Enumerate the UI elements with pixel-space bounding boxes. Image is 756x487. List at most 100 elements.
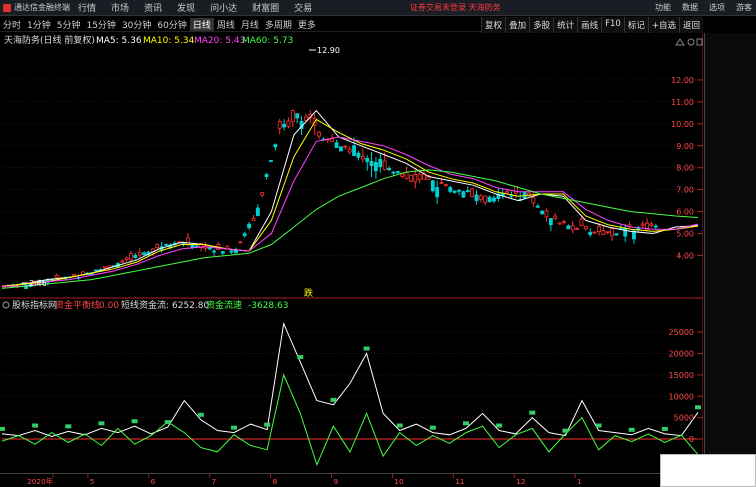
candle-body <box>290 110 295 123</box>
menu-ask[interactable]: 问小达 <box>210 1 237 14</box>
indicator-tick-label: 10000 <box>669 392 694 401</box>
indicator-line-0 <box>1 321 699 438</box>
triangle-up-icon[interactable] <box>675 38 685 46</box>
menu-trade[interactable]: 交易 <box>294 1 312 14</box>
candle-body <box>548 218 553 226</box>
tool-f10[interactable]: F10 <box>601 17 624 33</box>
candle-body <box>614 233 619 236</box>
date-tick-label: 1 <box>577 477 582 486</box>
candle-body <box>535 205 540 208</box>
indicator-tick-label: 0 <box>689 435 694 444</box>
price-tick-label: 11.00 <box>671 98 694 107</box>
menu-discover[interactable]: 发现 <box>177 1 195 14</box>
period-more[interactable]: 更多 <box>295 18 319 31</box>
candle-body <box>304 116 308 121</box>
tool-draw[interactable]: 画线 <box>577 17 602 33</box>
candle-body <box>155 244 160 249</box>
period-60min[interactable]: 60分钟 <box>154 18 189 31</box>
kline-chart[interactable]: 4.005.006.007.008.009.0010.0011.0012.00 … <box>0 33 703 473</box>
menu-news[interactable]: 资讯 <box>144 1 162 14</box>
candle-body <box>457 189 461 192</box>
period-multi[interactable]: 多周期 <box>262 18 295 31</box>
candle-body <box>133 254 138 258</box>
buy-signal-badge <box>363 346 370 351</box>
candle-body <box>391 171 396 174</box>
buy-signal-badge <box>0 426 5 431</box>
date-tick-label: 8 <box>272 477 277 486</box>
menu-wealth-circle[interactable]: 财富圈 <box>252 1 279 14</box>
window-icon[interactable] <box>696 38 703 46</box>
buy-signal-badge <box>595 423 602 428</box>
indicator-legend: 股标指标网 资金平衡线 0.00 短线资金流: 6252.80 资金流速 -36… <box>2 299 288 311</box>
price-tick-label: 5.00 <box>676 230 694 239</box>
candle-body <box>277 121 282 129</box>
period-toolbar: 分时 1分钟 5分钟 15分钟 30分钟 60分钟 日线 周线 月线 多周期 更… <box>0 17 703 33</box>
candle-body <box>588 231 593 235</box>
candle-body <box>238 241 243 244</box>
site-watermark <box>660 454 756 487</box>
candle-body <box>531 197 536 204</box>
tool-adjust[interactable]: 复权 <box>481 17 506 33</box>
period-5min[interactable]: 5分钟 <box>54 18 84 31</box>
buy-signal-badge <box>628 427 635 432</box>
low-price-label: 2.46 <box>29 279 47 288</box>
period-30min[interactable]: 30分钟 <box>119 18 154 31</box>
tool-multi-stock[interactable]: 多股 <box>529 17 554 33</box>
buy-signal-badge <box>396 423 403 428</box>
tool-overlay[interactable]: 叠加 <box>505 17 530 33</box>
app-logo: 通达信金融终端 <box>0 2 78 13</box>
stock-label: 天海防务(日线 前复权) <box>4 34 95 46</box>
indicator-axis: 0 5000 10000 15000 20000 25000 <box>669 328 703 444</box>
indicator-settings-icon[interactable] <box>2 301 10 309</box>
candle-body <box>553 215 558 220</box>
candle-body <box>575 227 580 230</box>
period-weekly[interactable]: 周线 <box>214 18 238 31</box>
period-1min[interactable]: 1分钟 <box>24 18 54 31</box>
signal-marker-label: 跌 <box>304 288 313 299</box>
buy-signal-badge <box>98 421 105 426</box>
period-monthly[interactable]: 月线 <box>238 18 262 31</box>
price-tick-label: 7.00 <box>676 186 694 195</box>
menu-market[interactable]: 市场 <box>111 1 129 14</box>
candle-body <box>483 195 488 204</box>
indicator-grid <box>2 331 703 440</box>
tool-mark[interactable]: 标记 <box>623 17 648 33</box>
candle-body <box>597 226 601 233</box>
candle-body <box>387 168 391 171</box>
period-intraday[interactable]: 分时 <box>0 18 24 31</box>
menu-options[interactable]: 选项 <box>709 2 725 13</box>
ma-line-ma5 <box>1 109 699 287</box>
menu-quotes[interactable]: 行情 <box>78 1 96 14</box>
date-tick-label: 7 <box>212 477 217 486</box>
menu-guest[interactable]: 游客 <box>736 2 752 13</box>
period-15min[interactable]: 15分钟 <box>83 18 118 31</box>
candle-body <box>2 286 7 289</box>
candle-body <box>470 188 475 197</box>
candle-body <box>562 221 566 224</box>
candle-body <box>347 148 352 153</box>
indicator-line-1 <box>1 373 699 467</box>
candle-body <box>492 197 496 202</box>
price-tick-label: 8.00 <box>676 164 694 173</box>
menu-function[interactable]: 功能 <box>655 2 671 13</box>
period-daily[interactable]: 日线 <box>189 17 214 31</box>
candle-body <box>94 269 98 272</box>
candle-body <box>352 145 356 156</box>
candle-body <box>487 196 492 203</box>
candle-body <box>330 138 335 142</box>
settings-icon[interactable] <box>687 38 695 46</box>
tool-add-favorite[interactable]: +自选 <box>647 17 679 33</box>
tool-back[interactable]: 返回 <box>678 17 703 33</box>
candle-body <box>137 251 142 256</box>
candle-body <box>452 190 457 193</box>
signal-badges <box>0 346 701 433</box>
candle-body <box>264 174 269 178</box>
flow-speed-label: 资金流速 <box>206 299 242 311</box>
login-notice[interactable]: 证券交易未登录 天海防务 <box>410 2 501 13</box>
indicator-name: 股标指标网 <box>12 299 57 311</box>
menu-data[interactable]: 数据 <box>682 2 698 13</box>
candle-body <box>566 225 571 230</box>
candle-body <box>369 160 374 167</box>
tool-statistics[interactable]: 统计 <box>553 17 578 33</box>
top-right-menus: 功能 数据 选项 游客 <box>655 2 752 13</box>
